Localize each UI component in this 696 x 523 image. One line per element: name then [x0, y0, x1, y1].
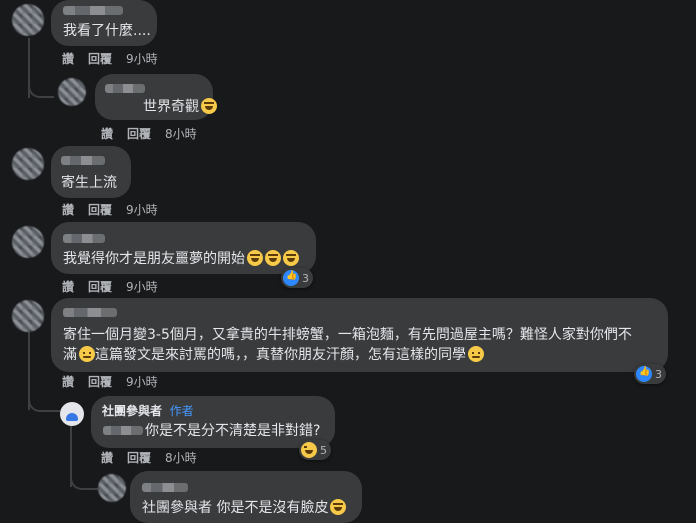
comment-actions: 讚回覆 9小時	[62, 203, 172, 217]
comment-text-line1: 寄住一個月變3-5個月，又拿貴的牛排螃蟹，一箱泡麵，有先問過屋主嗎？難怪人家對你…	[63, 327, 632, 343]
reply-link[interactable]: 回覆	[88, 203, 112, 217]
commenter-name[interactable]	[105, 84, 145, 93]
sweat-emoji-icon	[468, 346, 484, 362]
reaction-summary[interactable]: 5	[299, 440, 331, 460]
author-line: 社團參與者 作者	[102, 402, 194, 420]
mentioned-name[interactable]	[103, 426, 143, 435]
timestamp[interactable]: 9小時	[126, 203, 158, 217]
like-link[interactable]: 讚	[101, 127, 113, 141]
commenter-name[interactable]	[61, 156, 105, 165]
like-link[interactable]: 讚	[62, 280, 74, 294]
timestamp[interactable]: 9小時	[126, 280, 158, 294]
laughing-emoji-icon	[201, 98, 217, 114]
reply-link[interactable]: 回覆	[88, 52, 112, 66]
avatar[interactable]	[12, 4, 44, 36]
thread-connector	[28, 380, 60, 412]
commenter-name[interactable]	[63, 6, 123, 15]
laughing-emoji-icon	[283, 250, 299, 266]
laughing-emoji-icon	[247, 250, 263, 266]
reply-link[interactable]: 回覆	[127, 451, 151, 465]
comment-actions: 讚回覆 9小時	[62, 280, 172, 294]
reply-link[interactable]: 回覆	[88, 280, 112, 294]
like-reaction-icon	[636, 366, 652, 382]
like-link[interactable]: 讚	[101, 451, 113, 465]
comment-text: 我看了什麼....	[63, 23, 151, 39]
thread-connector	[70, 462, 98, 490]
comment-text: 寄生上流	[61, 175, 117, 191]
like-link[interactable]: 讚	[62, 203, 74, 217]
comment-actions: 讚回覆 9小時	[62, 375, 172, 389]
like-reaction-icon	[283, 270, 299, 286]
haha-reaction-icon	[301, 442, 317, 458]
comment-actions: 讚回覆 9小時	[62, 52, 172, 66]
thread-connector	[28, 70, 54, 98]
timestamp[interactable]: 9小時	[126, 375, 158, 389]
timestamp[interactable]: 8小時	[165, 451, 197, 465]
comment-bubble: 社團參與者 作者 你是不是分不清楚是非對錯?	[91, 396, 335, 448]
like-link[interactable]: 讚	[62, 375, 74, 389]
reaction-summary[interactable]: 3	[281, 268, 313, 288]
comment-bubble: 寄生上流	[51, 146, 131, 198]
comment-bubble: 我覺得你才是朋友噩夢的開始	[51, 222, 316, 274]
reaction-count: 5	[320, 443, 327, 457]
commenter-name[interactable]	[142, 483, 188, 492]
comment-text: 世界奇觀	[143, 98, 217, 116]
like-link[interactable]: 讚	[62, 52, 74, 66]
comment-bubble: 社團參與者 你是不是沒有臉皮	[130, 471, 362, 523]
author-name[interactable]: 社團參與者	[102, 404, 162, 418]
comment-bubble: 我看了什麼....	[51, 0, 157, 46]
reply-link[interactable]: 回覆	[88, 375, 112, 389]
author-badge: 作者	[169, 404, 194, 418]
comment-text: 社團參與者 你是不是沒有臉皮	[142, 499, 347, 517]
comment-bubble: 寄住一個月變3-5個月，又拿貴的牛排螃蟹，一箱泡麵，有先問過屋主嗎？難怪人家對你…	[51, 298, 668, 372]
comment-actions: 讚回覆 8小時	[101, 451, 211, 465]
comment-text-line2: 滿這篇發文是來討罵的嗎，，真替你朋友汗顏，怎有這樣的同學	[63, 346, 484, 364]
avatar[interactable]	[12, 226, 44, 258]
avatar[interactable]	[12, 148, 44, 180]
reaction-count: 3	[302, 271, 309, 285]
avatar[interactable]	[98, 474, 126, 502]
reply-link[interactable]: 回覆	[127, 127, 151, 141]
avatar[interactable]	[58, 78, 86, 106]
laughing-emoji-icon	[330, 499, 347, 515]
timestamp[interactable]: 8小時	[165, 127, 197, 141]
comment-text: 你是不是分不清楚是非對錯?	[145, 423, 321, 439]
commenter-name[interactable]	[63, 308, 117, 317]
reaction-count: 3	[655, 367, 662, 381]
laughing-emoji-icon	[265, 250, 281, 266]
comment-text: 我覺得你才是朋友噩夢的開始	[63, 250, 299, 268]
group-member-avatar[interactable]	[60, 402, 84, 426]
reaction-summary[interactable]: 3	[634, 364, 666, 384]
comment-actions: 讚回覆 8小時	[101, 127, 211, 141]
timestamp[interactable]: 9小時	[126, 52, 158, 66]
comment-bubble: 世界奇觀	[95, 74, 217, 120]
commenter-name[interactable]	[63, 234, 105, 243]
avatar[interactable]	[12, 300, 44, 332]
sweat-emoji-icon	[79, 346, 95, 362]
